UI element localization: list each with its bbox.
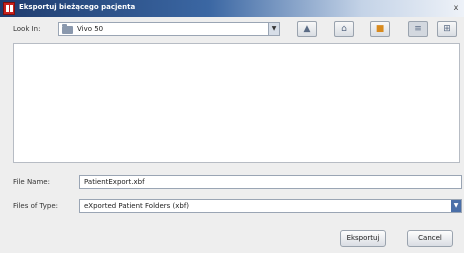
files-of-type-value: eXported Patient Folders (xbf) (84, 202, 190, 210)
new-folder-button[interactable]: ■ (370, 21, 390, 37)
list-view-button[interactable]: ≡ (408, 21, 428, 37)
file-list[interactable] (13, 43, 460, 163)
chevron-down-icon[interactable]: ▼ (268, 23, 279, 35)
new-folder-icon: ■ (375, 24, 385, 34)
folder-up-icon: ▲ (303, 24, 311, 34)
files-of-type-label: Files of Type: (13, 202, 58, 210)
file-name-input[interactable]: PatientExport.xbf (79, 175, 462, 189)
app-logo-icon (3, 2, 15, 15)
files-of-type-dropdown[interactable]: eXported Patient Folders (xbf) ▼ (79, 199, 462, 213)
file-name-label: File Name: (13, 178, 50, 186)
home-icon: ⌂ (341, 24, 347, 34)
export-button[interactable]: Eksportuj (340, 230, 386, 247)
chevron-down-icon[interactable]: ▼ (451, 200, 461, 212)
details-view-button[interactable]: ⊞ (437, 21, 457, 37)
look-in-dropdown[interactable]: Vivo 50 ▼ (58, 22, 280, 36)
window-title: Eksportuj bieżącego pacjenta (19, 3, 136, 11)
list-view-icon: ≡ (414, 24, 422, 34)
up-one-level-button[interactable]: ▲ (297, 21, 317, 37)
title-bar[interactable]: Eksportuj bieżącego pacjenta x (0, 0, 464, 17)
look-in-value: Vivo 50 (77, 25, 104, 33)
folder-icon (62, 24, 73, 34)
home-button[interactable]: ⌂ (334, 21, 354, 37)
cancel-button[interactable]: Cancel (407, 230, 453, 247)
details-view-icon: ⊞ (443, 24, 451, 34)
close-button[interactable]: x (450, 2, 462, 14)
look-in-label: Look In: (13, 25, 41, 33)
export-patient-dialog: Eksportuj bieżącego pacjenta x Look In: … (0, 0, 464, 253)
